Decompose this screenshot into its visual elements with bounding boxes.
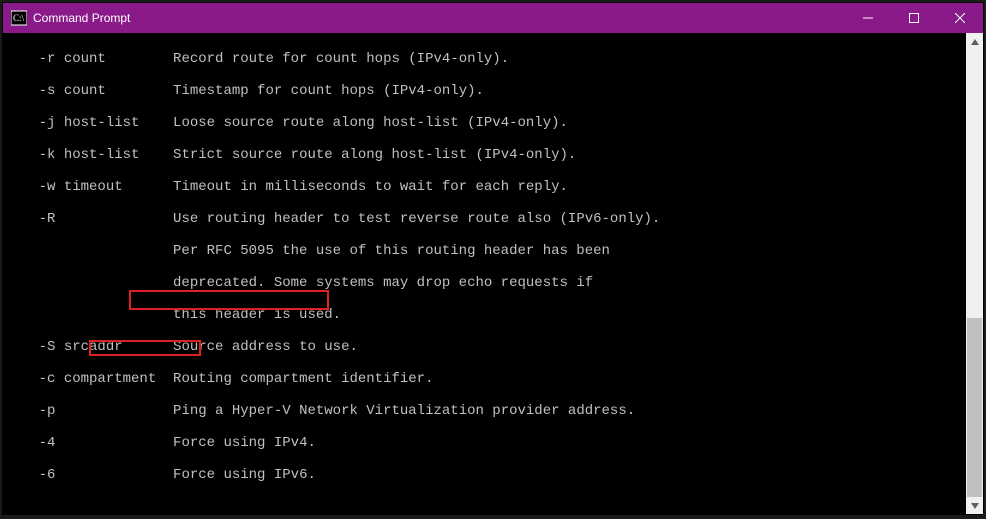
scroll-thumb[interactable] <box>967 318 982 497</box>
window-title: Command Prompt <box>33 11 130 25</box>
titlebar[interactable]: C:\ Command Prompt <box>3 3 983 33</box>
help-line: -s count Timestamp for count hops (IPv4-… <box>5 83 966 99</box>
maximize-button[interactable] <box>891 3 937 33</box>
scroll-up-button[interactable] <box>966 33 983 50</box>
command-prompt-window: C:\ Command Prompt -r count Record route… <box>2 2 984 515</box>
help-line: -j host-list Loose source route along ho… <box>5 115 966 131</box>
vertical-scrollbar[interactable] <box>966 33 983 514</box>
help-line: -w timeout Timeout in milliseconds to wa… <box>5 179 966 195</box>
cmd-icon: C:\ <box>11 10 27 26</box>
help-line: deprecated. Some systems may drop echo r… <box>5 275 966 291</box>
help-line: Per RFC 5095 the use of this routing hea… <box>5 243 966 259</box>
help-line: -r count Record route for count hops (IP… <box>5 51 966 67</box>
scroll-down-button[interactable] <box>966 497 983 514</box>
scroll-track[interactable] <box>966 50 983 497</box>
help-line: -S srcaddr Source address to use. <box>5 339 966 355</box>
terminal-output[interactable]: -r count Record route for count hops (IP… <box>3 33 966 514</box>
help-line: -c compartment Routing compartment ident… <box>5 371 966 387</box>
help-line: -R Use routing header to test reverse ro… <box>5 211 966 227</box>
svg-text:C:\: C:\ <box>13 13 25 23</box>
close-button[interactable] <box>937 3 983 33</box>
help-line: -4 Force using IPv4. <box>5 435 966 451</box>
help-line: this header is used. <box>5 307 966 323</box>
help-line: -k host-list Strict source route along h… <box>5 147 966 163</box>
help-line: -p Ping a Hyper-V Network Virtualization… <box>5 403 966 419</box>
help-line: -6 Force using IPv6. <box>5 467 966 483</box>
minimize-button[interactable] <box>845 3 891 33</box>
